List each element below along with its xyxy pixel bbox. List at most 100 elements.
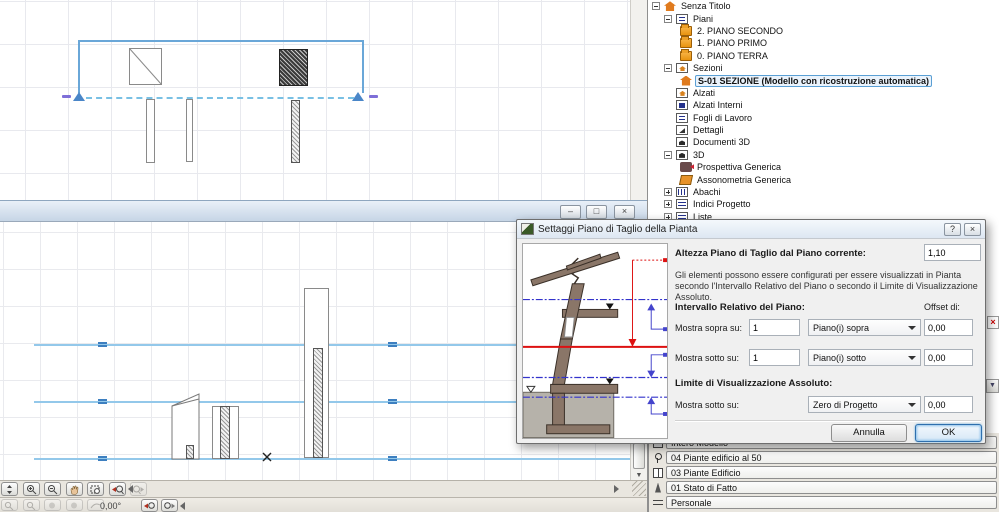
- collapse-toggle-icon[interactable]: [664, 64, 672, 73]
- cut-plane-settings-dialog: Settaggi Piano di Taglio della Pianta ? …: [516, 219, 986, 444]
- tree-item[interactable]: Sezioni: [650, 62, 998, 74]
- section-core-tall: [313, 348, 323, 458]
- zoom-window-icon[interactable]: [87, 482, 105, 496]
- tree-item[interactable]: Abachi: [650, 186, 998, 198]
- elevation-icon: [676, 87, 688, 98]
- plan-column-hatched: [279, 49, 308, 86]
- zoom-in-icon[interactable]: [22, 482, 40, 496]
- cut-height-input[interactable]: [924, 244, 981, 261]
- scrollbar-thumb[interactable]: [633, 443, 645, 469]
- tree-item[interactable]: Prospettiva Generica: [650, 161, 998, 173]
- dialog-title: Settaggi Piano di Taglio della Pianta: [538, 223, 698, 235]
- tree-item[interactable]: Piani: [650, 12, 998, 24]
- minimize-button[interactable]: –: [560, 205, 581, 219]
- limit-select[interactable]: Zero di Progetto: [808, 396, 921, 413]
- show-below-offset-input[interactable]: [924, 349, 973, 366]
- statusbar-left-arrow-icon[interactable]: [180, 502, 185, 510]
- tree-item[interactable]: Indici Progetto: [650, 198, 998, 210]
- tree-item[interactable]: 0. PIANO TERRA: [650, 48, 998, 62]
- story-folder-icon: [680, 48, 692, 61]
- chevron-down-icon: [908, 325, 916, 330]
- tree-item[interactable]: 2. PIANO SECONDO: [650, 23, 998, 37]
- section-core-mid: [220, 406, 230, 459]
- help-button[interactable]: ?: [944, 222, 961, 236]
- layer-combination-field[interactable]: 03 Piante Edificio: [666, 466, 997, 479]
- quick-option-row[interactable]: Personale: [653, 496, 997, 509]
- dialog-titlebar[interactable]: Settaggi Piano di Taglio della Pianta ? …: [517, 220, 985, 239]
- zoom-out-icon[interactable]: [44, 482, 62, 496]
- ok-button[interactable]: OK: [915, 424, 982, 442]
- cut-plane-illustration: [522, 243, 668, 439]
- show-below-select[interactable]: Piano(i) sotto: [808, 349, 921, 366]
- show-above-offset-input[interactable]: [924, 319, 973, 336]
- limit-offset-input[interactable]: [924, 396, 973, 413]
- zoom-out-disabled-icon: [22, 499, 40, 511]
- plan-canvas[interactable]: [0, 0, 630, 200]
- cancel-button[interactable]: Annulla: [831, 424, 907, 442]
- next-view-icon[interactable]: [161, 499, 178, 512]
- section-handle-left[interactable]: [62, 95, 71, 98]
- pin-icon: [653, 452, 663, 463]
- pan-hand-icon[interactable]: [65, 482, 83, 496]
- worksheet-icon: [676, 112, 688, 123]
- rotation-angle-value: 0,00°: [100, 501, 122, 511]
- scrollbar-right-arrow-icon[interactable]: [614, 485, 619, 493]
- threed-icon: [676, 149, 688, 160]
- show-below-count-input[interactable]: [749, 349, 800, 366]
- chevron-down-icon: [908, 355, 916, 360]
- dropdown-arrow-icon[interactable]: ▼: [986, 379, 999, 393]
- cursor-cross-icon: [262, 452, 272, 462]
- previous-view-icon[interactable]: [141, 499, 158, 512]
- fit-disabled-icon: [65, 499, 83, 511]
- tree-item[interactable]: Documenti 3D: [650, 136, 998, 148]
- dialog-close-button[interactable]: ×: [964, 222, 981, 236]
- pen-set-icon: [655, 482, 661, 493]
- quick-option-row[interactable]: 03 Piante Edificio: [653, 466, 997, 479]
- tree-item[interactable]: Fogli di Lavoro: [650, 112, 998, 124]
- plan-vertical-scrollbar[interactable]: [630, 0, 647, 200]
- collapse-toggle-icon[interactable]: [664, 150, 672, 159]
- pan-disabled-icon: [44, 499, 62, 511]
- tree-item[interactable]: 1. PIANO PRIMO: [650, 36, 998, 49]
- interval-header: Intervallo Relativo del Piano:: [675, 302, 805, 313]
- quick-option-row[interactable]: 04 Piante edificio al 50: [653, 451, 997, 464]
- pinned-view-field[interactable]: 04 Piante edificio al 50: [666, 451, 997, 464]
- tree-item[interactable]: Senza Titolo: [650, 0, 998, 12]
- interior-elevation-icon: [676, 100, 688, 111]
- zoom-fit-height-icon[interactable]: [1, 482, 18, 496]
- collapse-toggle-icon[interactable]: [652, 2, 660, 11]
- show-above-select[interactable]: Piano(i) sopra: [808, 319, 921, 336]
- schedule-icon: [676, 187, 688, 198]
- resize-grip[interactable]: [632, 481, 646, 496]
- previous-zoom-icon[interactable]: [108, 482, 126, 496]
- tree-item[interactable]: Dettagli: [650, 124, 998, 136]
- restore-button[interactable]: □: [586, 205, 607, 219]
- navigator-tree: Senza Titolo Piani 2. PIANO SECONDO 1. P…: [650, 0, 998, 223]
- section-handle-right[interactable]: [369, 95, 378, 98]
- main-statusbar: 0,00°: [0, 497, 647, 512]
- section-icon: [676, 63, 688, 74]
- absolute-limit-header: Limite di Visualizzazione Assoluto:: [675, 378, 833, 389]
- plan-wall-hatched: [291, 100, 300, 163]
- tree-item[interactable]: Alzati: [650, 87, 998, 99]
- model-view-options-field[interactable]: Personale: [666, 496, 997, 509]
- detail-icon: [676, 125, 688, 136]
- show-above-count-input[interactable]: [749, 319, 800, 336]
- archicad-application: – □ × ▼ 0,00° Senza Titolo Piani 2. PIAN…: [0, 0, 999, 512]
- section-line[interactable]: [78, 40, 364, 42]
- tree-item-selected[interactable]: S-01 SEZIONE (Modello con ricostruzione …: [650, 74, 998, 87]
- close-button[interactable]: ×: [614, 205, 635, 219]
- tree-item[interactable]: Alzati Interni: [650, 99, 998, 111]
- section-line-left: [78, 40, 80, 93]
- clear-filter-icon[interactable]: ×: [987, 316, 999, 329]
- tree-item[interactable]: Assonometria Generica: [650, 173, 998, 185]
- pen-set-field[interactable]: 01 Stato di Fatto: [666, 481, 997, 494]
- limit-show-below-label: Mostra sotto su:: [675, 400, 740, 410]
- archicad-logo-icon: [521, 223, 534, 235]
- tree-item[interactable]: 3D: [650, 149, 998, 161]
- expand-toggle-icon[interactable]: [664, 188, 672, 197]
- expand-toggle-icon[interactable]: [664, 200, 672, 209]
- collapse-toggle-icon[interactable]: [664, 14, 672, 23]
- scrollbar-left-arrow-icon[interactable]: [128, 485, 133, 493]
- quick-option-row[interactable]: 01 Stato di Fatto: [653, 481, 997, 494]
